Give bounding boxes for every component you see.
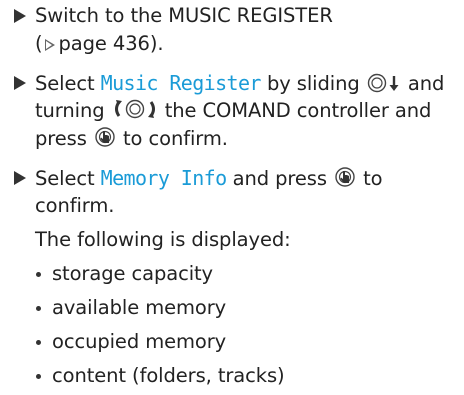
step-3-press: and press	[232, 167, 327, 190]
step-2-confirm: to confirm.	[123, 127, 228, 150]
step-3-confirm: confirm.	[35, 194, 115, 217]
step-2-line-3: press to confirm.	[35, 125, 228, 153]
step-3-line-1: Select Memory Info and press to	[35, 164, 383, 193]
list-item-text: content (folders, tracks)	[52, 364, 285, 387]
controller-press-icon	[95, 127, 115, 147]
reference-open: (	[35, 32, 43, 55]
step-1-reference: ( page 436).	[35, 30, 164, 58]
reference-page: page 436	[58, 32, 150, 55]
step-2-mid: by sliding	[266, 72, 360, 95]
step-1-text: Switch to the MUSIC REGISTER	[35, 4, 333, 27]
controller-turn-icon	[114, 99, 155, 119]
display-item-music-register: Music Register	[100, 71, 262, 95]
bullet-icon	[36, 374, 41, 379]
bullet-icon	[36, 306, 41, 311]
step-2-line-1: Select Music Register by sliding and	[35, 69, 444, 98]
display-item-memory-info: Memory Info	[100, 166, 227, 190]
bullet-icon	[36, 340, 41, 345]
bullet-icon	[36, 272, 41, 277]
triangle-right-icon	[14, 9, 26, 23]
instruction-page: Switch to the MUSIC REGISTER ( page 436).…	[0, 0, 464, 395]
list-item-text: occupied memory	[52, 330, 227, 353]
step-3-to: to	[363, 167, 383, 190]
step-2-prefix: Select	[35, 72, 95, 95]
step-3-followup: The following is displayed:	[35, 228, 291, 251]
step-2-press: press	[35, 127, 87, 150]
page-reference-arrow-icon	[44, 39, 55, 51]
step-2-turning: turning	[35, 99, 105, 122]
triangle-right-icon	[14, 171, 26, 185]
step-3-prefix: Select	[35, 167, 95, 190]
controller-press-icon	[335, 167, 355, 187]
triangle-right-icon	[14, 76, 26, 90]
step-2-controller: the COMAND controller and	[164, 99, 432, 122]
list-item-text: available memory	[52, 296, 227, 319]
controller-slide-down-icon	[367, 73, 399, 93]
step-2-and: and	[407, 72, 445, 95]
step-2-line-2: turning the COMAND controller and	[35, 97, 431, 125]
list-item-text: storage capacity	[52, 262, 213, 285]
reference-close: ).	[149, 32, 164, 55]
